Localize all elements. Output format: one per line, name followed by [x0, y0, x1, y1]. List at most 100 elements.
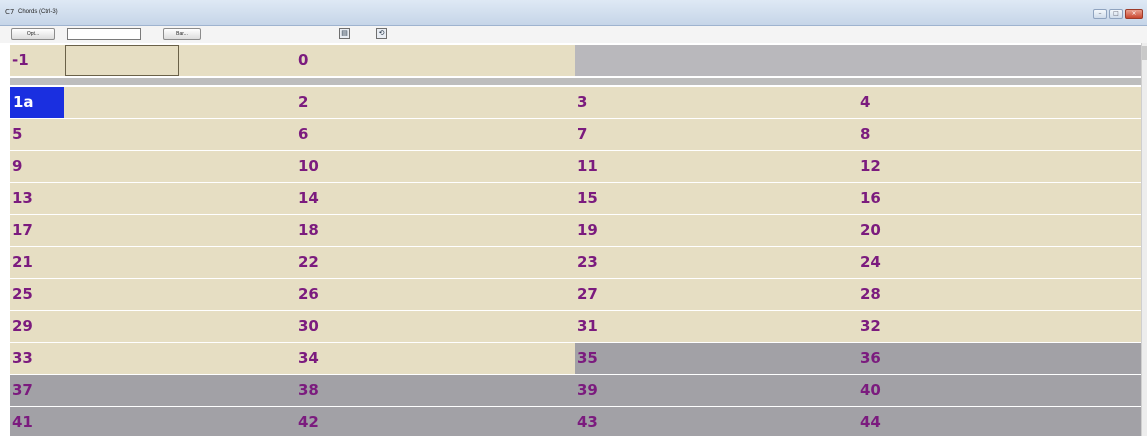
bar-cell-19[interactable]: 19 — [575, 215, 858, 246]
bar-number: 20 — [860, 221, 881, 239]
bar-cell-16[interactable]: 16 — [858, 183, 1141, 214]
bar-cell-41[interactable]: 41 — [10, 407, 296, 436]
bar-number: 8 — [860, 125, 871, 143]
bar-number: 10 — [298, 157, 319, 175]
bar-cell-6[interactable]: 6 — [296, 119, 575, 150]
bar-number: 4 — [860, 93, 871, 111]
bar-cell-1a[interactable]: 1a — [10, 87, 296, 118]
bar-number: 39 — [577, 381, 598, 399]
bar-cell-3[interactable]: 3 — [575, 87, 858, 118]
bar-number: 30 — [298, 317, 319, 335]
bar-number: 26 — [298, 285, 319, 303]
bar-number: 29 — [12, 317, 33, 335]
bar-number: 25 — [12, 285, 33, 303]
bar-number: 15 — [577, 189, 598, 207]
bar-cell-38[interactable]: 38 — [296, 375, 575, 406]
toolbar: Opt... Bar... ▤ ⟲ — [0, 26, 1147, 43]
bar-cell-29[interactable]: 29 — [10, 311, 296, 342]
chord-grid: -1 0 1a 2 3 4 5 6 7 8 9 10 11 12 13 14 15 16 17 18 19 20 21 2… — [10, 43, 1141, 436]
bar-cell-4[interactable]: 4 — [858, 87, 1141, 118]
bar-cell-17[interactable]: 17 — [10, 215, 296, 246]
chord-entry-field[interactable] — [67, 28, 141, 40]
bar-cell-42[interactable]: 42 — [296, 407, 575, 436]
bar-button[interactable]: Bar... — [163, 28, 201, 40]
bar-cell-25[interactable]: 25 — [10, 279, 296, 310]
bar-number: 24 — [860, 253, 881, 271]
bar-number: 37 — [12, 381, 33, 399]
window-title: Chords (Ctrl-3) — [18, 9, 58, 15]
bar-number: 41 — [12, 413, 33, 431]
scrollbar-thumb[interactable] — [1142, 46, 1147, 60]
bar-number: 11 — [577, 157, 598, 175]
bar-cell-9[interactable]: 9 — [10, 151, 296, 182]
bar-cell-36[interactable]: 36 — [858, 343, 1141, 374]
maximize-icon[interactable]: □ — [1109, 9, 1123, 19]
bar-number: 28 — [860, 285, 881, 303]
bar-number: 13 — [12, 189, 33, 207]
bar-number: 34 — [298, 349, 319, 367]
bar-number: 3 — [577, 93, 588, 111]
bar-number: 32 — [860, 317, 881, 335]
bar-number: 1a — [10, 87, 64, 118]
bar-cell-26[interactable]: 26 — [296, 279, 575, 310]
bar-cell-23[interactable]: 23 — [575, 247, 858, 278]
bar-number: 36 — [860, 349, 881, 367]
bar-number: 12 — [860, 157, 881, 175]
bar-cell-43[interactable]: 43 — [575, 407, 858, 436]
window-controls: – □ × — [1093, 9, 1143, 19]
minimize-icon[interactable]: – — [1093, 9, 1107, 19]
bar-number: 31 — [577, 317, 598, 335]
close-icon[interactable]: × — [1125, 9, 1143, 19]
bar-cell-15[interactable]: 15 — [575, 183, 858, 214]
bar-cell-31[interactable]: 31 — [575, 311, 858, 342]
bar-number: -1 — [12, 51, 29, 69]
bar-cell-14[interactable]: 14 — [296, 183, 575, 214]
bar-number: 14 — [298, 189, 319, 207]
bar-number: 19 — [577, 221, 598, 239]
bar-cell-24[interactable]: 24 — [858, 247, 1141, 278]
bar-number: 2 — [298, 93, 309, 111]
vertical-scrollbar[interactable] — [1141, 43, 1147, 436]
bar-cell-33[interactable]: 33 — [10, 343, 296, 374]
bar-cell-39[interactable]: 39 — [575, 375, 858, 406]
bar-cell-32[interactable]: 32 — [858, 311, 1141, 342]
empty-area — [575, 45, 1141, 76]
bar-cell-18[interactable]: 18 — [296, 215, 575, 246]
app-icon: C7 — [5, 8, 15, 16]
bar-cell-40[interactable]: 40 — [858, 375, 1141, 406]
bar-cell-27[interactable]: 27 — [575, 279, 858, 310]
bar-cell-34[interactable]: 34 — [296, 343, 575, 374]
bar-cell-5[interactable]: 5 — [10, 119, 296, 150]
bar-cell-11[interactable]: 11 — [575, 151, 858, 182]
bar-cell-7[interactable]: 7 — [575, 119, 858, 150]
bar-number: 16 — [860, 189, 881, 207]
refresh-icon[interactable]: ⟲ — [376, 28, 387, 39]
bar-cell-35[interactable]: 35 — [575, 343, 858, 374]
bar-number: 22 — [298, 253, 319, 271]
bar-cell-22[interactable]: 22 — [296, 247, 575, 278]
bar-number: 6 — [298, 125, 309, 143]
chord-input-box[interactable] — [65, 45, 179, 76]
view-icon[interactable]: ▤ — [339, 28, 350, 39]
options-button[interactable]: Opt... — [11, 28, 55, 40]
bar-cell-13[interactable]: 13 — [10, 183, 296, 214]
bar-cell-10[interactable]: 10 — [296, 151, 575, 182]
bar-cell-2[interactable]: 2 — [296, 87, 575, 118]
bar-number: 7 — [577, 125, 588, 143]
bar-cell-44[interactable]: 44 — [858, 407, 1141, 436]
bar-number: 21 — [12, 253, 33, 271]
bar-number: 43 — [577, 413, 598, 431]
bar-number: 35 — [577, 349, 598, 367]
bar-cell-12[interactable]: 12 — [858, 151, 1141, 182]
title-bar: C7 Chords (Ctrl-3) – □ × — [0, 0, 1147, 26]
bar-cell-20[interactable]: 20 — [858, 215, 1141, 246]
bar-cell-30[interactable]: 30 — [296, 311, 575, 342]
bar-number: 9 — [12, 157, 23, 175]
bar-number: 44 — [860, 413, 881, 431]
bar-cell-21[interactable]: 21 — [10, 247, 296, 278]
bar-number: 27 — [577, 285, 598, 303]
bar-cell-28[interactable]: 28 — [858, 279, 1141, 310]
bar-number: 33 — [12, 349, 33, 367]
bar-cell-8[interactable]: 8 — [858, 119, 1141, 150]
bar-cell-37[interactable]: 37 — [10, 375, 296, 406]
